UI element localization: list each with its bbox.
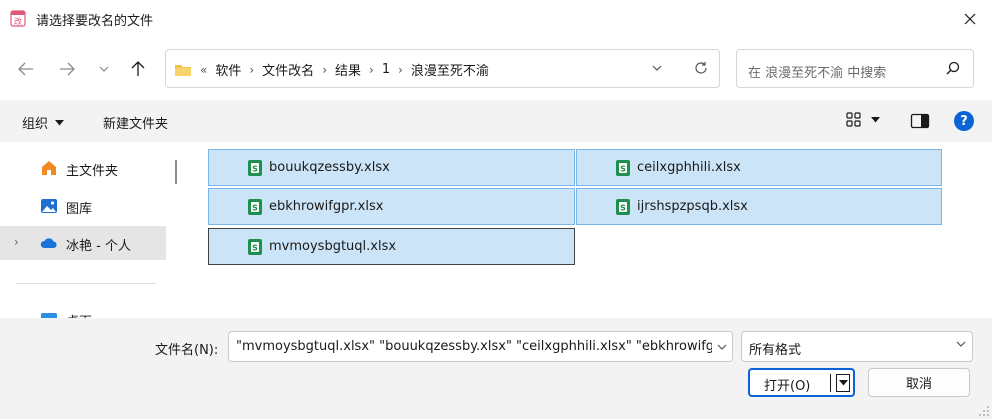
organize-label: 组织 bbox=[22, 117, 49, 132]
filename-label: 文件名(N): bbox=[155, 343, 219, 358]
svg-text:S: S bbox=[620, 164, 626, 173]
excel-file-icon: S bbox=[248, 198, 262, 215]
cancel-button[interactable]: 取消 bbox=[868, 368, 970, 397]
close-icon bbox=[964, 13, 976, 25]
folder-icon bbox=[175, 64, 191, 76]
organize-button[interactable]: 组织 bbox=[22, 113, 65, 132]
search-icon[interactable] bbox=[944, 59, 962, 77]
home-icon bbox=[42, 161, 56, 175]
sidebar-item-label: 主文件夹 bbox=[66, 164, 119, 179]
file-name: ijrshspzpsqb.xlsx bbox=[637, 199, 748, 214]
sidebar-item-label: 桌面 bbox=[66, 311, 92, 318]
breadcrumb-item[interactable]: 结果 bbox=[335, 60, 361, 79]
resize-grip-icon[interactable] bbox=[978, 405, 990, 417]
list-item[interactable]: S bouukqzessby.xlsx bbox=[208, 149, 575, 186]
desktop-icon bbox=[41, 313, 57, 318]
filename-field[interactable]: "mvmoysbgtuql.xlsx" "bouukqzessby.xlsx" … bbox=[228, 331, 733, 362]
breadcrumb-overflow[interactable]: « bbox=[200, 63, 207, 77]
pane-splitter[interactable] bbox=[175, 160, 177, 184]
arrow-right-icon bbox=[60, 62, 75, 76]
chevron-down-icon bbox=[956, 341, 966, 347]
help-button[interactable]: ? bbox=[954, 111, 974, 131]
excel-file-icon: S bbox=[248, 238, 262, 255]
breadcrumb-item[interactable]: 浪漫至死不渝 bbox=[411, 60, 489, 79]
list-item[interactable]: S ceilxgphhili.xlsx bbox=[576, 149, 942, 186]
chevron-down-icon bbox=[99, 66, 109, 72]
arrow-left-icon bbox=[18, 62, 33, 76]
sidebar-divider bbox=[16, 283, 156, 284]
file-name: bouukqzessby.xlsx bbox=[269, 160, 390, 175]
list-item[interactable]: S ebkhrowifgpr.xlsx bbox=[208, 188, 575, 225]
excel-file-icon: S bbox=[616, 159, 630, 176]
app-rename-icon: 改 bbox=[10, 9, 26, 27]
chevron-right-icon[interactable]: › bbox=[369, 63, 374, 77]
open-options-button[interactable] bbox=[836, 374, 850, 392]
search-input[interactable]: 在 浪漫至死不渝 中搜索 bbox=[748, 62, 886, 81]
svg-text:S: S bbox=[252, 203, 258, 212]
chevron-right-icon[interactable]: › bbox=[322, 63, 327, 77]
breadcrumb-item[interactable]: 软件 bbox=[215, 60, 241, 79]
caret-down-icon bbox=[838, 380, 848, 386]
chevron-right-icon[interactable]: › bbox=[398, 63, 403, 77]
preview-pane-button[interactable] bbox=[910, 112, 930, 130]
chevron-down-icon bbox=[717, 344, 727, 350]
chevron-right-icon[interactable]: › bbox=[249, 63, 254, 77]
view-options-button[interactable] bbox=[846, 112, 880, 127]
filename-value: "mvmoysbgtuql.xlsx" "bouukqzessby.xlsx" … bbox=[236, 339, 732, 354]
recent-locations-button[interactable] bbox=[92, 57, 116, 81]
refresh-button[interactable] bbox=[690, 57, 712, 79]
refresh-icon bbox=[695, 62, 707, 74]
filetype-value: 所有格式 bbox=[749, 343, 802, 358]
caret-down-icon bbox=[55, 119, 65, 125]
address-history-button[interactable] bbox=[648, 59, 666, 77]
gallery-icon bbox=[41, 199, 57, 213]
sidebar-item-gallery[interactable]: 图库 bbox=[0, 189, 166, 223]
svg-text:S: S bbox=[620, 203, 626, 212]
window-title: 请选择要改名的文件 bbox=[36, 14, 154, 29]
list-item[interactable]: S mvmoysbgtuql.xlsx bbox=[208, 228, 575, 265]
back-button[interactable] bbox=[14, 57, 38, 81]
filetype-select[interactable]: 所有格式 bbox=[741, 331, 973, 362]
grid-view-icon bbox=[846, 112, 861, 127]
sidebar-item-label: 图库 bbox=[66, 202, 93, 217]
forward-button[interactable] bbox=[55, 57, 79, 81]
up-folder-button[interactable] bbox=[126, 57, 150, 81]
svg-text:S: S bbox=[252, 164, 258, 173]
list-item[interactable]: S ijrshspzpsqb.xlsx bbox=[576, 188, 942, 225]
chevron-right-icon[interactable]: › bbox=[14, 235, 19, 249]
breadcrumb-item[interactable]: 1 bbox=[382, 62, 390, 77]
caret-down-icon bbox=[871, 116, 880, 122]
filename-history-button[interactable] bbox=[712, 332, 732, 361]
new-folder-button[interactable]: 新建文件夹 bbox=[103, 113, 168, 132]
open-button-label: 打开(O) bbox=[764, 379, 811, 394]
onedrive-cloud-icon bbox=[40, 238, 57, 248]
open-button[interactable]: 打开(O) bbox=[748, 368, 855, 397]
sidebar-item-desktop[interactable]: 桌面 bbox=[0, 302, 166, 318]
sidebar-item-home[interactable]: 主文件夹 bbox=[0, 151, 166, 185]
file-name: mvmoysbgtuql.xlsx bbox=[269, 239, 397, 254]
sidebar-item-onedrive[interactable]: › 冰艳 - 个人 bbox=[0, 226, 166, 260]
file-name: ebkhrowifgpr.xlsx bbox=[269, 199, 384, 214]
excel-file-icon: S bbox=[248, 159, 262, 176]
file-name: ceilxgphhili.xlsx bbox=[637, 160, 741, 175]
chevron-down-icon bbox=[652, 65, 662, 71]
breadcrumb-item[interactable]: 文件改名 bbox=[262, 60, 314, 79]
excel-file-icon: S bbox=[616, 198, 630, 215]
sidebar-item-label: 冰艳 - 个人 bbox=[66, 239, 131, 254]
breadcrumb: « 软件 › 文件改名 › 结果 › 1 › 浪漫至死不渝 bbox=[174, 60, 489, 79]
navigation-pane: 主文件夹 图库 › 冰艳 - 个人 桌面 bbox=[0, 142, 168, 318]
split-divider bbox=[830, 374, 831, 392]
svg-text:S: S bbox=[252, 243, 258, 252]
svg-text:改: 改 bbox=[14, 16, 22, 26]
arrow-up-icon bbox=[131, 61, 145, 76]
preview-pane-icon bbox=[910, 113, 930, 129]
close-button[interactable] bbox=[956, 6, 984, 32]
